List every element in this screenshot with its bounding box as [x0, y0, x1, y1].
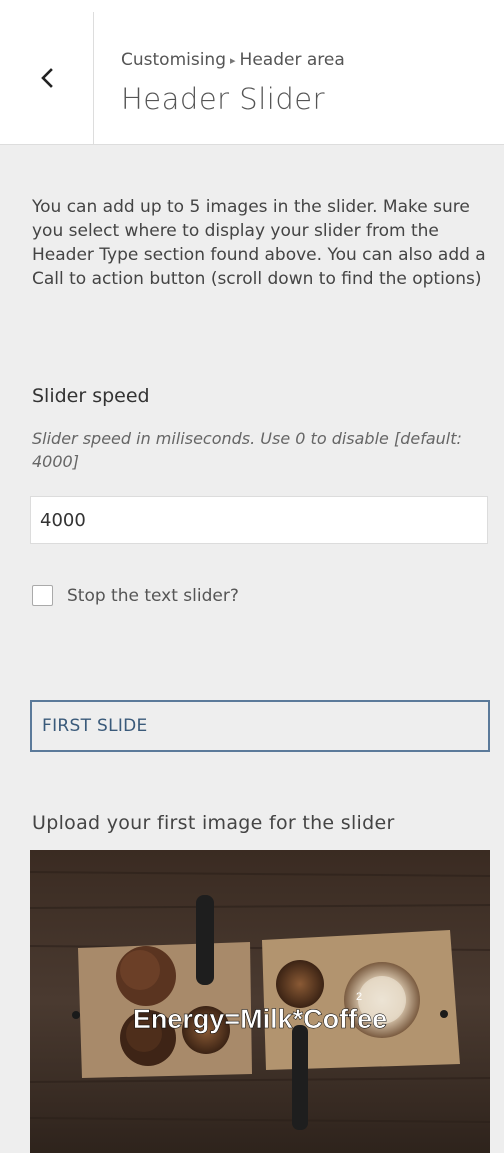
upload-image-label: Upload your first image for the slider: [32, 812, 395, 834]
breadcrumb-current: Header area: [239, 50, 345, 70]
first-slide-section[interactable]: FIRST SLIDE: [30, 700, 490, 752]
image-caption: Energy=Milk*Coffee: [133, 1004, 387, 1034]
chevron-left-icon: [40, 68, 53, 88]
slider-speed-input[interactable]: [30, 496, 488, 544]
section-description: You can add up to 5 images in the slider…: [32, 197, 486, 289]
stop-text-slider-option[interactable]: Stop the text slider?: [32, 585, 239, 606]
breadcrumb-separator: ▸: [230, 54, 236, 67]
page-title: Header Slider: [121, 82, 326, 116]
back-button[interactable]: [0, 12, 94, 144]
breadcrumb-parent: Customising: [121, 50, 226, 70]
image-caption-superscript: 2: [356, 991, 362, 1003]
slider-speed-label: Slider speed: [32, 385, 150, 407]
coffee-image: Energy=Milk*Coffee 2: [30, 850, 490, 1153]
section-header: Customising ▸ Header area Header Slider: [0, 12, 504, 145]
first-slide-label: FIRST SLIDE: [42, 716, 148, 736]
stop-text-slider-label: Stop the text slider?: [67, 585, 239, 606]
slider-image-preview[interactable]: Energy=Milk*Coffee 2: [30, 850, 490, 1153]
settings-panel: You can add up to 5 images in the slider…: [0, 145, 504, 1153]
stop-text-slider-checkbox[interactable]: [32, 585, 53, 606]
breadcrumb: Customising ▸ Header area: [121, 50, 345, 70]
slider-speed-hint: Slider speed in miliseconds. Use 0 to di…: [32, 429, 462, 471]
